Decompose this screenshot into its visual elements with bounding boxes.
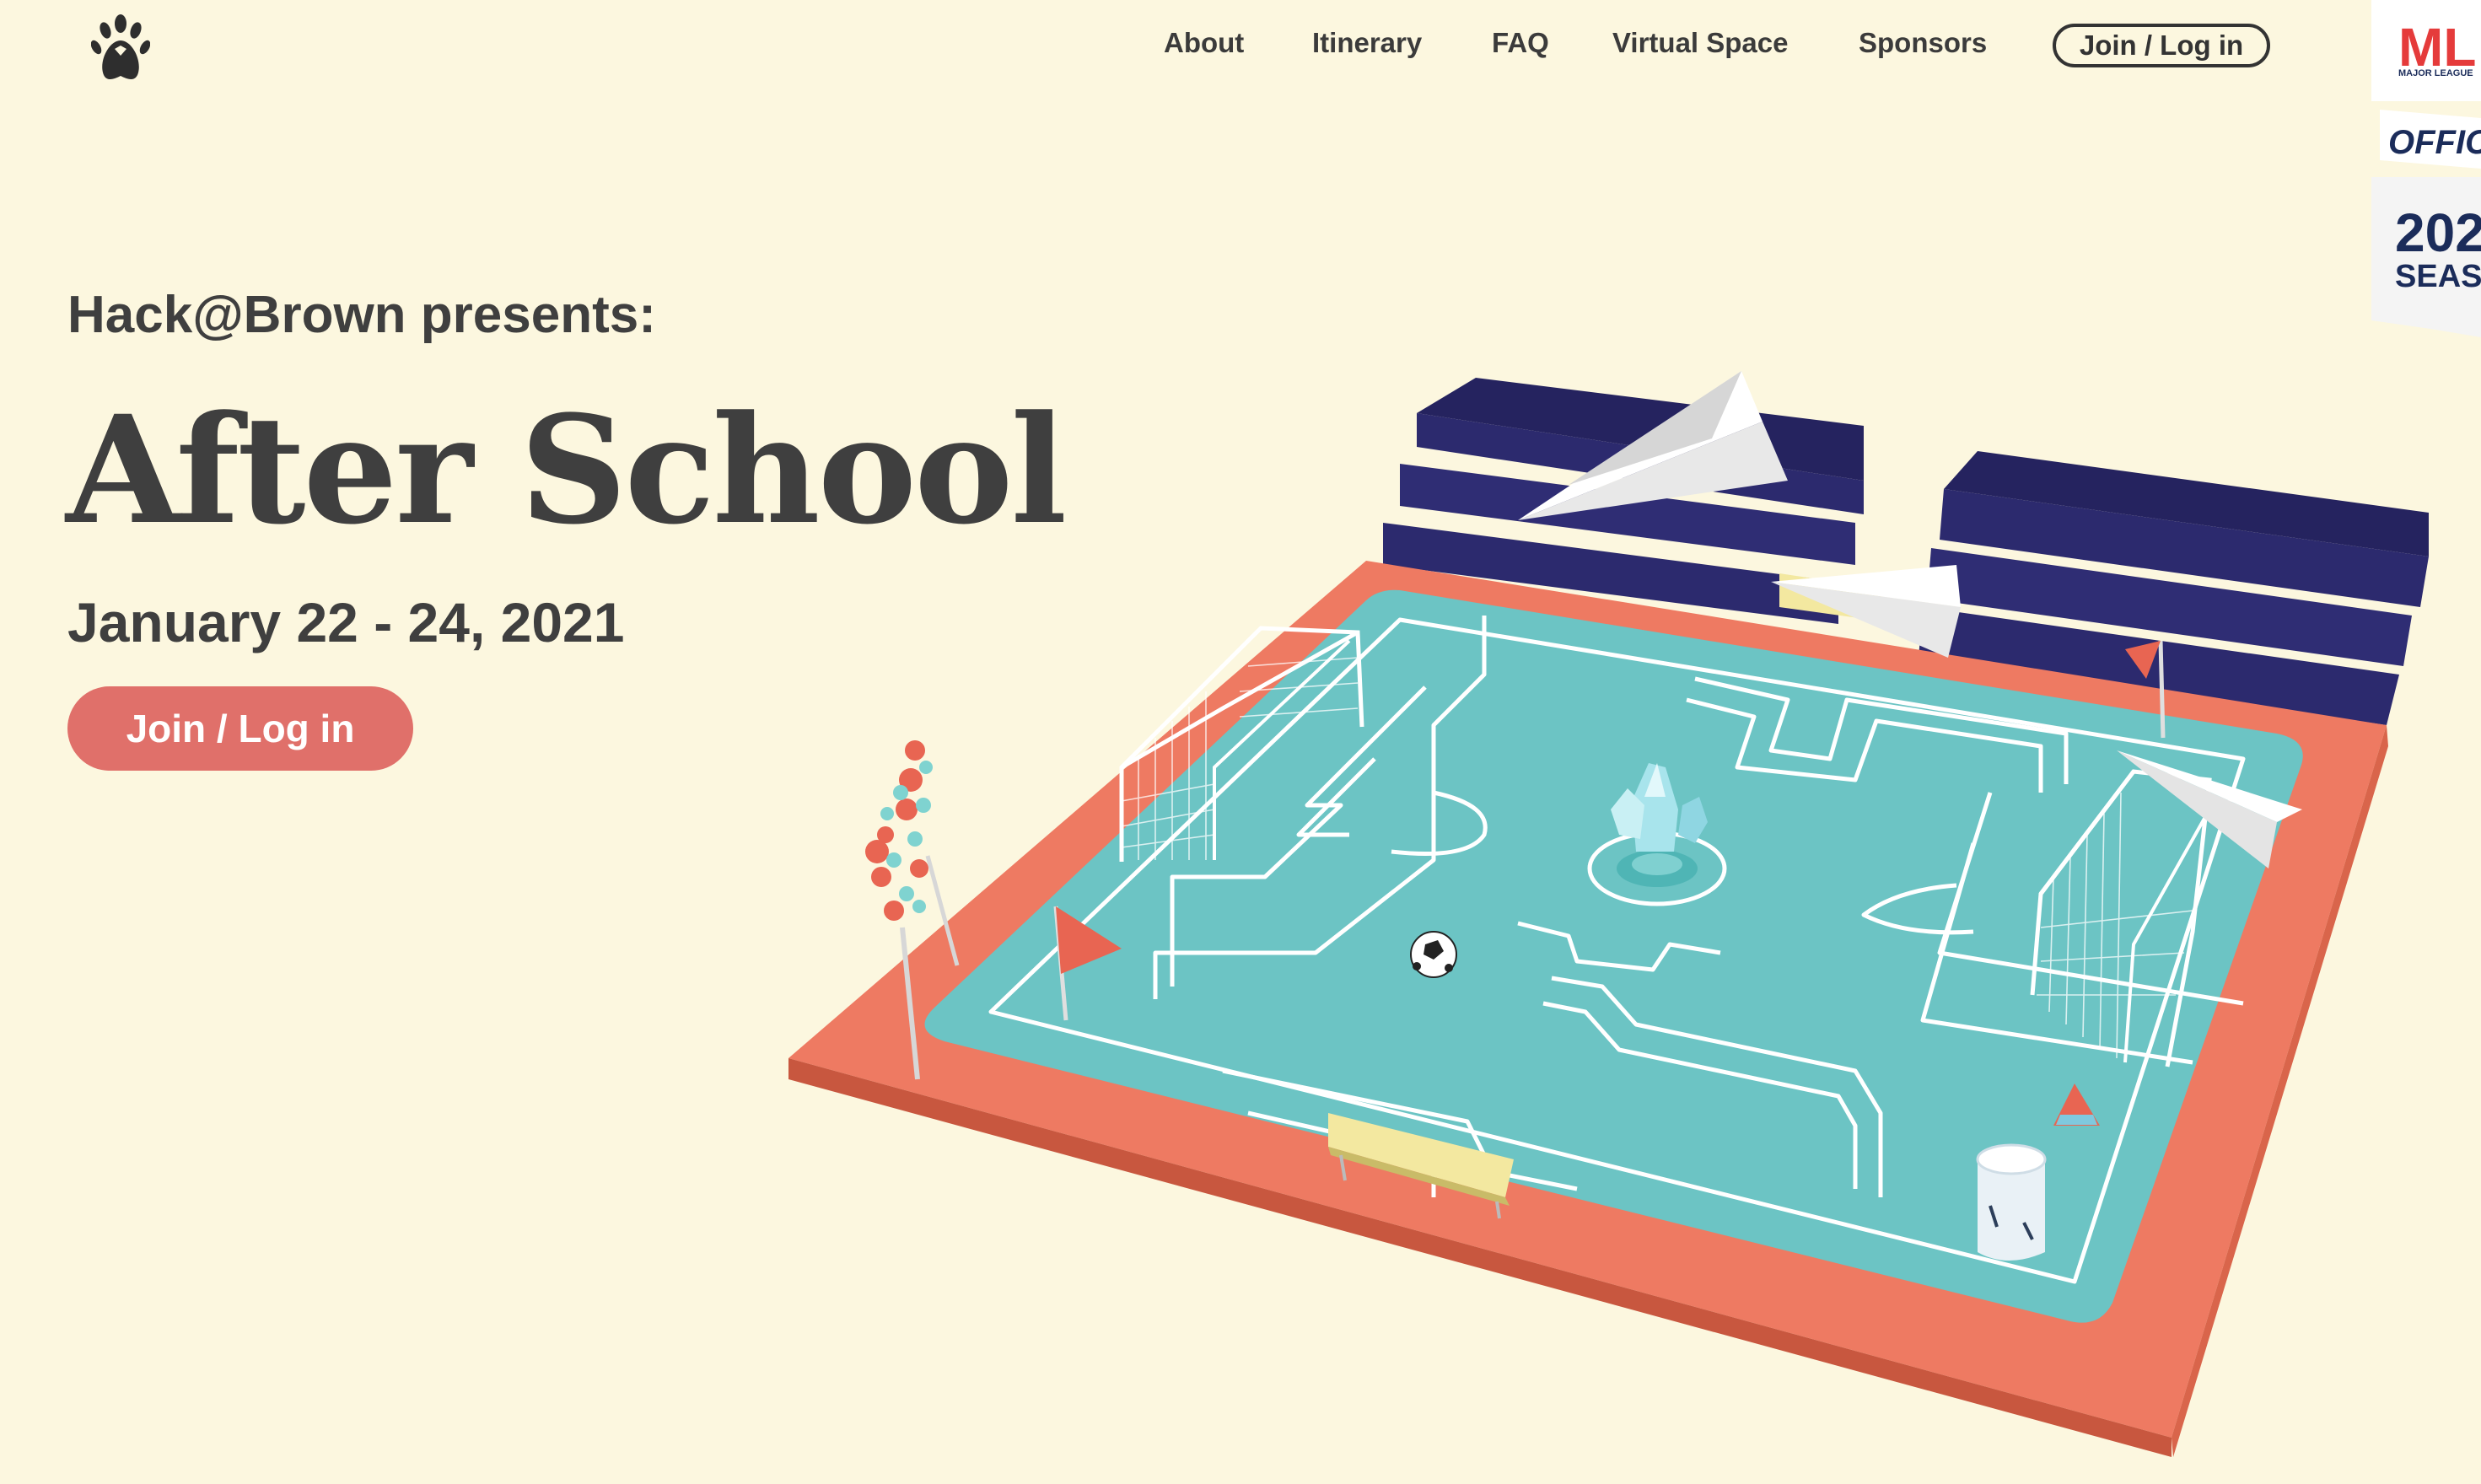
- hero-dates: January 22 - 24, 2021: [67, 591, 625, 653]
- mlh-line1: MAJOR LEAGUE: [2398, 68, 2473, 78]
- nav-sponsors[interactable]: Sponsors: [1859, 27, 1987, 59]
- nav-virtual-space[interactable]: Virtual Space: [1612, 27, 1789, 59]
- mlh-line4: SEAS: [2395, 259, 2481, 294]
- trash-bin: [1976, 1143, 2047, 1261]
- nav-about[interactable]: About: [1164, 27, 1244, 59]
- soccer-ball: [1410, 931, 1457, 978]
- hero-presents: Hack@Brown presents:: [67, 286, 656, 344]
- mlh-line3: 202: [2395, 202, 2481, 263]
- nav-join-login-button[interactable]: Join / Log in: [2053, 24, 2270, 67]
- paw-logo-icon[interactable]: [91, 12, 150, 84]
- nav-itinerary[interactable]: Itinerary: [1312, 27, 1422, 59]
- hero-join-login-button[interactable]: Join / Log in: [67, 686, 413, 771]
- nav-faq[interactable]: FAQ: [1492, 27, 1549, 59]
- soccer-field-illustration: [788, 371, 2429, 1457]
- mlh-season-badge[interactable]: ML MAJOR LEAGUE OFFIC 202 SEAS: [2371, 0, 2481, 337]
- mlh-line2: OFFIC: [2388, 124, 2481, 161]
